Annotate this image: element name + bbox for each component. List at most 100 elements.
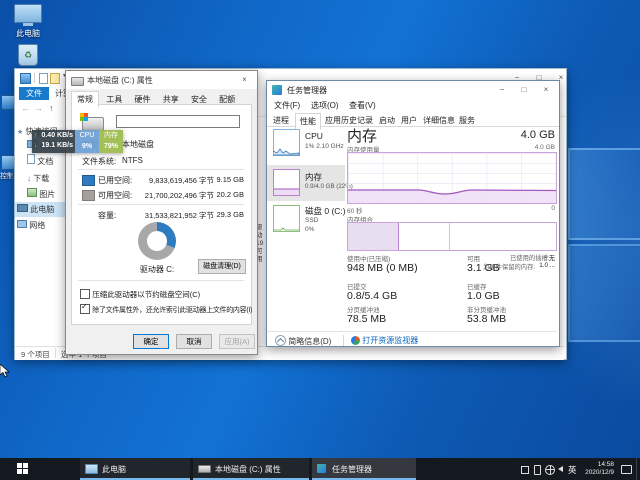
index-checkbox-label: 除了文件属性外，还允许索引此驱动器上文件的内容(I) (92, 307, 252, 314)
desktop-icon-partial-label: 控制面板 (0, 171, 13, 181)
recycle-bin-icon: ♻ (18, 44, 38, 66)
close-icon[interactable]: × (233, 71, 256, 88)
up-icon[interactable]: ↑ (49, 103, 54, 113)
side-stat-reserved-label: 为硬件保留的内存: (483, 262, 535, 271)
taskbar-button-taskmgr[interactable]: 任务管理器 (312, 458, 416, 480)
minimize-icon[interactable]: − (491, 81, 513, 98)
desktop-icon-label: 此电脑 (6, 28, 50, 39)
tm-sidebar-memory[interactable]: 内存 0.9/4.0 GB (22%) (267, 165, 345, 201)
stat-inuse-value: 948 MB (0 MB) (347, 262, 418, 274)
memory-detail: 0.9/4.0 GB (22%) (305, 183, 353, 190)
stat-pagedpool-value: 78.5 MB (347, 313, 386, 325)
compress-checkbox-label: 压缩此驱动器以节约磁盘空间(C) (92, 290, 200, 299)
widget-mem-cell[interactable]: 内存 79% (99, 130, 123, 153)
ribbon-tab-file[interactable]: 文件 (19, 87, 49, 100)
tm-menubar: 文件(F) 选项(O) 查看(V) (267, 99, 559, 112)
action-center-icon[interactable] (621, 465, 632, 474)
tab-details[interactable]: 详细信息 (423, 115, 455, 126)
sidebar-item-downloads[interactable]: ↓ 下载 (27, 173, 49, 184)
side-stat-slots-value: 无 (529, 253, 555, 262)
upload-speed: 0.40 KB/s (41, 131, 73, 141)
sidebar-item-documents[interactable]: 文档 (27, 154, 53, 167)
menu-view[interactable]: 查看(V) (349, 100, 376, 111)
tm-usage-max: 4.0 GB (507, 144, 555, 151)
start-button[interactable] (0, 458, 46, 480)
star-icon: ★ (17, 129, 23, 136)
tray-app-icon[interactable] (521, 466, 529, 474)
dialog-title: 本地磁盘 (C:) 属性 (87, 75, 153, 86)
footer-divider (343, 335, 344, 346)
network-icon (17, 220, 27, 228)
qat-newfolder-icon[interactable] (50, 73, 60, 84)
stat-cached-value: 1.0 GB (467, 290, 500, 302)
close-icon[interactable]: × (535, 81, 557, 98)
download-icon: ↓ (34, 141, 38, 151)
tm-sidebar-cpu[interactable]: CPU 1% 2.10 GHz (267, 129, 345, 163)
forward-icon[interactable]: → (34, 103, 43, 113)
tray-phone-icon[interactable] (534, 465, 541, 475)
desktop-icon-partial-2[interactable] (1, 155, 15, 170)
task-manager-window: 任务管理器 − □ × 文件(F) 选项(O) 查看(V) 进程 性能 应用历史… (266, 80, 560, 347)
memory-mini-chart (273, 169, 300, 196)
tm-titlebar[interactable]: 任务管理器 − □ × (267, 81, 559, 99)
back-icon[interactable]: ← (21, 103, 30, 113)
compress-checkbox-row[interactable]: 压缩此驱动器以节约磁盘空间(C) (80, 289, 200, 301)
netspeed-widget[interactable]: ↑0.40 KB/s ↓19.1 KB/s CPU 9% 内存 79% (32, 130, 123, 153)
free-space-bytes: 21,700,202,496 字节 (122, 190, 214, 201)
disk-mini-chart (273, 205, 300, 232)
computer-icon (14, 4, 42, 23)
taskbar-button-properties[interactable]: 本地磁盘 (C:) 属性 (193, 458, 309, 480)
separator (78, 169, 244, 170)
tab-users[interactable]: 用户 (401, 115, 417, 126)
disk-cleanup-button[interactable]: 磁盘清理(D) (198, 259, 246, 274)
show-desktop-button[interactable] (636, 458, 637, 480)
desktop-icon-this-pc[interactable]: 此电脑 (6, 4, 50, 39)
clock[interactable]: 14:58 2020/12/9 (580, 461, 614, 477)
widget-cpu-pct: 9% (75, 141, 99, 152)
widget-cpu-label: CPU (75, 130, 99, 141)
tm-footer-separator (267, 331, 557, 332)
dialog-titlebar[interactable]: 本地磁盘 (C:) 属性 × (66, 71, 257, 89)
sidebar-item-network[interactable]: 网络 (17, 220, 45, 231)
filesystem-value: NTFS (122, 156, 143, 165)
apply-button[interactable]: 应用(A) (219, 334, 255, 349)
taskmgr-taskbar-icon (317, 464, 326, 473)
sidebar-item-pictures[interactable]: 图片 (27, 188, 55, 200)
wallpaper-window-pane-bottom (568, 244, 640, 342)
menu-options[interactable]: 选项(O) (311, 100, 339, 111)
ok-button[interactable]: 确定 (133, 334, 169, 349)
tab-general[interactable]: 常规 (71, 91, 99, 108)
windows-flag-icon (80, 113, 88, 121)
taskbar-button-label: 此电脑 (102, 464, 126, 475)
taskbar-button-explorer[interactable]: 此电脑 (80, 458, 190, 480)
volume-icon[interactable] (558, 466, 563, 472)
tray-network-icon[interactable] (545, 465, 555, 475)
capacity-label: 容量: (98, 210, 116, 221)
window-icon (20, 73, 31, 84)
chevron-up-circle-icon (275, 335, 286, 346)
index-checkbox-row[interactable]: ✓ 除了文件属性外，还允许索引此驱动器上文件的内容(I) (80, 304, 252, 316)
composition-inuse-segment (348, 223, 399, 250)
tab-services[interactable]: 服务 (459, 115, 475, 126)
cancel-button[interactable]: 取消 (176, 334, 212, 349)
compress-checkbox[interactable] (80, 289, 90, 299)
open-resource-monitor-label: 打开资源监视器 (362, 336, 418, 345)
widget-cpu-cell[interactable]: CPU 9% (75, 130, 99, 153)
memory-name: 内存 (305, 171, 322, 183)
tab-performance[interactable]: 性能 (295, 113, 321, 130)
qat-properties-icon[interactable] (39, 73, 48, 84)
language-indicator[interactable]: 英 (568, 464, 577, 476)
maximize-icon[interactable]: □ (513, 81, 535, 98)
fewer-details-button[interactable]: 简略信息(D) (275, 335, 331, 347)
download-icon: ↓ (27, 174, 31, 183)
tm-sidebar-disk[interactable]: 磁盘 0 (C:) SSD 0% (267, 203, 345, 239)
open-resource-monitor-link[interactable]: 打开资源监视器 (351, 335, 418, 346)
desktop-icon-partial-1[interactable] (1, 95, 15, 110)
volume-label-input[interactable] (116, 115, 240, 128)
drive-icon (71, 77, 84, 86)
menu-file[interactable]: 文件(F) (274, 100, 300, 111)
tab-startup[interactable]: 启动 (379, 115, 395, 126)
tm-memory-title: 内存 (347, 125, 377, 146)
tab-processes[interactable]: 进程 (273, 115, 289, 126)
index-checkbox[interactable]: ✓ (80, 304, 90, 314)
